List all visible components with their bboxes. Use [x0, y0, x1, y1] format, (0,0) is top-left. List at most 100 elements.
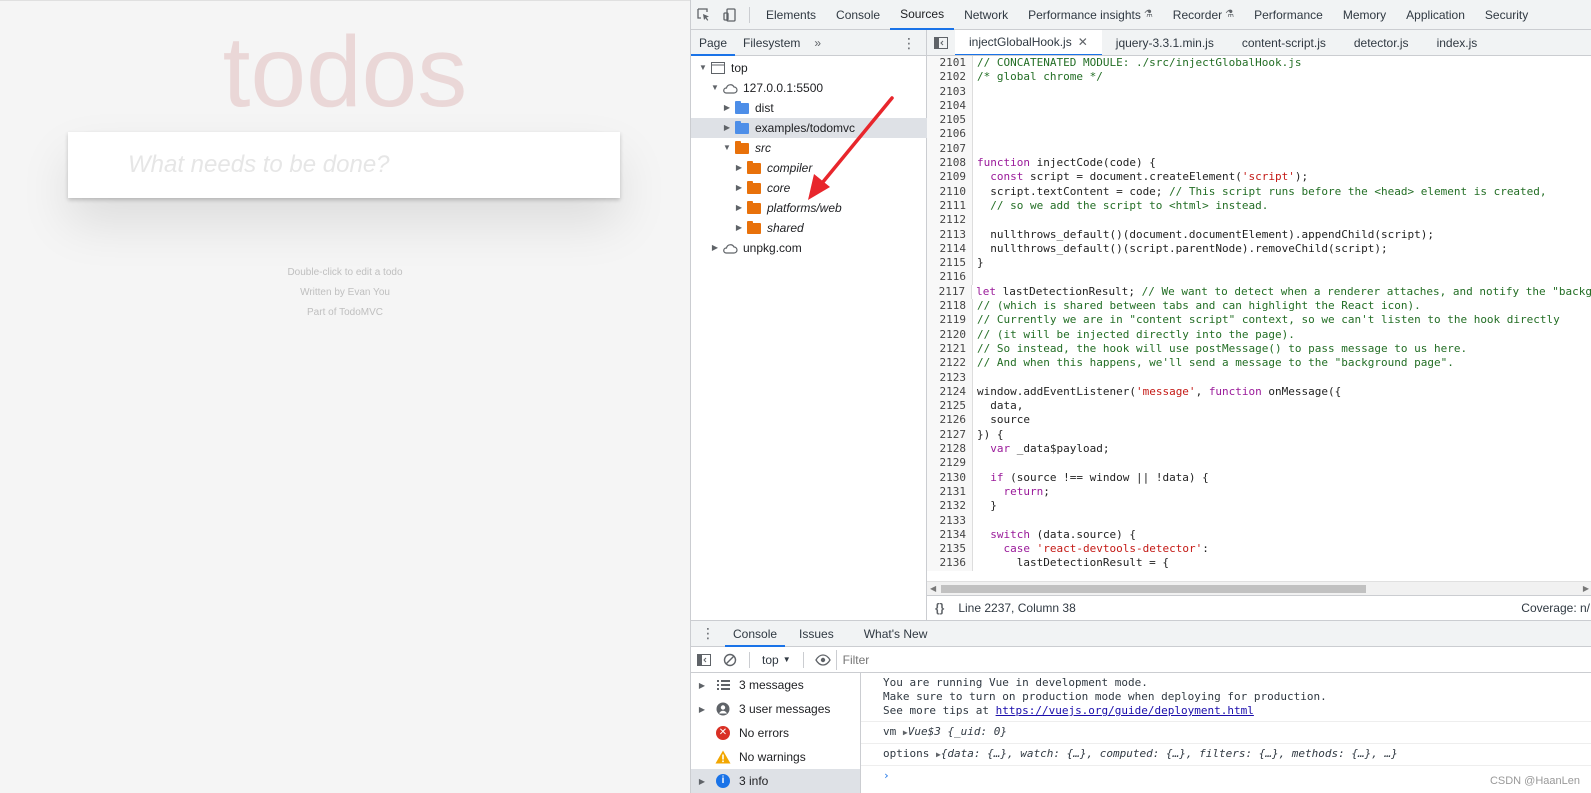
tab-application[interactable]: Application: [1396, 0, 1475, 30]
line-number[interactable]: 2103: [927, 84, 973, 99]
line-number[interactable]: 2106: [927, 127, 973, 142]
info-todomvc[interactable]: Part of TodoMVC: [0, 303, 690, 323]
object-preview[interactable]: Vue$3 {_uid: 0}: [908, 725, 1007, 738]
editor-tab-detector[interactable]: detector.js: [1340, 30, 1423, 55]
navigator-menu-icon[interactable]: ⋮: [902, 30, 916, 56]
tree-node-dist[interactable]: ▶ dist: [721, 98, 927, 118]
collapsed-triangle-icon[interactable]: ▶: [721, 118, 733, 138]
line-number[interactable]: 2114: [927, 241, 973, 257]
line-number[interactable]: 2104: [927, 98, 973, 114]
line-number[interactable]: 2130: [927, 470, 973, 485]
tab-network[interactable]: Network: [954, 0, 1018, 30]
line-number[interactable]: 2120: [927, 327, 973, 342]
line-number[interactable]: 2133: [927, 513, 973, 528]
context-selector[interactable]: top ▼: [756, 653, 797, 667]
new-todo-input[interactable]: [68, 132, 620, 198]
tree-node-platforms-web[interactable]: ▶ platforms/web: [733, 198, 927, 218]
sidebar-errors[interactable]: ✕ No errors: [691, 721, 860, 745]
sidebar-warnings[interactable]: No warnings: [691, 745, 860, 769]
line-number[interactable]: 2119: [927, 313, 973, 328]
editor-tab-jquery[interactable]: jquery-3.3.1.min.js: [1102, 30, 1228, 55]
drawer-tab-issues[interactable]: Issues: [791, 621, 842, 647]
expanded-triangle-icon[interactable]: ▼: [709, 78, 721, 98]
toggle-navigator-icon[interactable]: [927, 30, 955, 55]
tab-memory[interactable]: Memory: [1333, 0, 1396, 30]
line-number[interactable]: 2116: [927, 270, 973, 285]
sidebar-user-messages[interactable]: ▶ 3 user messages: [691, 697, 860, 721]
line-number[interactable]: 2127: [927, 427, 973, 443]
collapsed-triangle-icon[interactable]: ▶: [691, 681, 713, 690]
tree-node-src[interactable]: ▼ src: [721, 138, 927, 158]
line-number[interactable]: 2102: [927, 70, 973, 85]
line-number[interactable]: 2105: [927, 113, 973, 128]
tab-page[interactable]: Page: [691, 30, 736, 56]
editor-tab-index[interactable]: index.js: [1423, 30, 1492, 55]
line-number[interactable]: 2134: [927, 527, 973, 543]
tab-performance-insights[interactable]: Performance insights ⚗: [1018, 0, 1163, 30]
live-expression-eye-icon[interactable]: [810, 647, 836, 673]
tab-filesystem[interactable]: Filesystem: [735, 30, 808, 56]
line-number[interactable]: 2121: [927, 341, 973, 357]
collapsed-triangle-icon[interactable]: ▶: [733, 178, 745, 198]
line-number[interactable]: 2128: [927, 442, 973, 457]
tree-node-examples-todomvc[interactable]: ▶ examples/todomvc: [691, 118, 927, 138]
device-toolbar-icon[interactable]: [717, 0, 743, 30]
line-number[interactable]: 2136: [927, 556, 973, 571]
line-number[interactable]: 2117: [927, 284, 973, 300]
line-number[interactable]: 2110: [927, 184, 973, 199]
line-number[interactable]: 2129: [927, 456, 973, 471]
line-number[interactable]: 2123: [927, 370, 973, 385]
clear-console-icon[interactable]: [717, 647, 743, 673]
more-tabs-chevron-icon[interactable]: »: [808, 36, 827, 50]
sidebar-messages[interactable]: ▶ 3 messages: [691, 673, 860, 697]
collapsed-triangle-icon[interactable]: ▶: [709, 238, 721, 258]
collapsed-triangle-icon[interactable]: ▶: [721, 98, 733, 118]
tree-node-core[interactable]: ▶ core: [733, 178, 927, 198]
scroll-left-icon[interactable]: ◀: [930, 582, 936, 596]
line-number[interactable]: 2115: [927, 256, 973, 271]
object-preview[interactable]: {data: {…}, watch: {…}, computed: {…}, f…: [941, 747, 1398, 760]
inspect-element-icon[interactable]: [691, 0, 717, 30]
line-number[interactable]: 2135: [927, 542, 973, 557]
tab-console[interactable]: Console: [826, 0, 890, 30]
tree-node-compiler[interactable]: ▶ compiler: [733, 158, 927, 178]
tree-node-localhost[interactable]: ▼ 127.0.0.1:5500: [709, 78, 927, 98]
collapsed-triangle-icon[interactable]: ▶: [733, 198, 745, 218]
line-number[interactable]: 2109: [927, 170, 973, 185]
collapsed-triangle-icon[interactable]: ▶: [733, 158, 745, 178]
collapsed-triangle-icon[interactable]: ▶: [733, 218, 745, 238]
drawer-menu-icon[interactable]: ⋮: [691, 625, 725, 642]
drawer-tab-whats-new[interactable]: What's New: [856, 621, 936, 647]
sidebar-info[interactable]: ▶ i 3 info: [691, 769, 860, 793]
tree-node-top[interactable]: ▼ top: [697, 58, 927, 78]
tree-node-unpkg[interactable]: ▶ unpkg.com: [709, 238, 927, 258]
line-number[interactable]: 2126: [927, 413, 973, 428]
expanded-triangle-icon[interactable]: ▼: [721, 138, 733, 158]
line-number[interactable]: 2132: [927, 499, 973, 514]
tab-performance[interactable]: Performance: [1244, 0, 1333, 30]
line-number[interactable]: 2125: [927, 399, 973, 414]
editor-tab-content-script[interactable]: content-script.js: [1228, 30, 1340, 55]
tree-node-shared[interactable]: ▶ shared: [733, 218, 927, 238]
tab-security[interactable]: Security: [1475, 0, 1538, 30]
tab-recorder[interactable]: Recorder ⚗: [1163, 0, 1244, 30]
tab-elements[interactable]: Elements: [756, 0, 826, 30]
horizontal-scrollbar[interactable]: ◀ ▶: [927, 581, 1591, 595]
scroll-right-icon[interactable]: ▶: [1583, 582, 1589, 596]
drawer-tab-console[interactable]: Console: [725, 621, 786, 647]
pretty-print-icon[interactable]: {}: [927, 601, 952, 615]
line-number[interactable]: 2112: [927, 213, 973, 228]
editor-tab-injectglobalhook[interactable]: injectGlobalHook.js ✕: [955, 30, 1102, 55]
scrollbar-thumb[interactable]: [941, 585, 1366, 593]
code-area[interactable]: 2101 // CONCATENATED MODULE: ./src/inject…: [927, 56, 1591, 581]
line-number[interactable]: 2122: [927, 356, 973, 371]
line-number[interactable]: 2131: [927, 484, 973, 500]
collapsed-triangle-icon[interactable]: ▶: [691, 777, 713, 786]
collapsed-triangle-icon[interactable]: ▶: [691, 705, 713, 714]
line-number[interactable]: 2124: [927, 384, 973, 400]
line-number[interactable]: 2111: [927, 198, 973, 214]
line-number[interactable]: 2107: [927, 141, 973, 157]
console-filter-input[interactable]: [835, 649, 1576, 670]
vue-deployment-link[interactable]: https://vuejs.org/guide/deployment.html: [996, 704, 1254, 717]
line-number[interactable]: 2101: [927, 56, 973, 71]
